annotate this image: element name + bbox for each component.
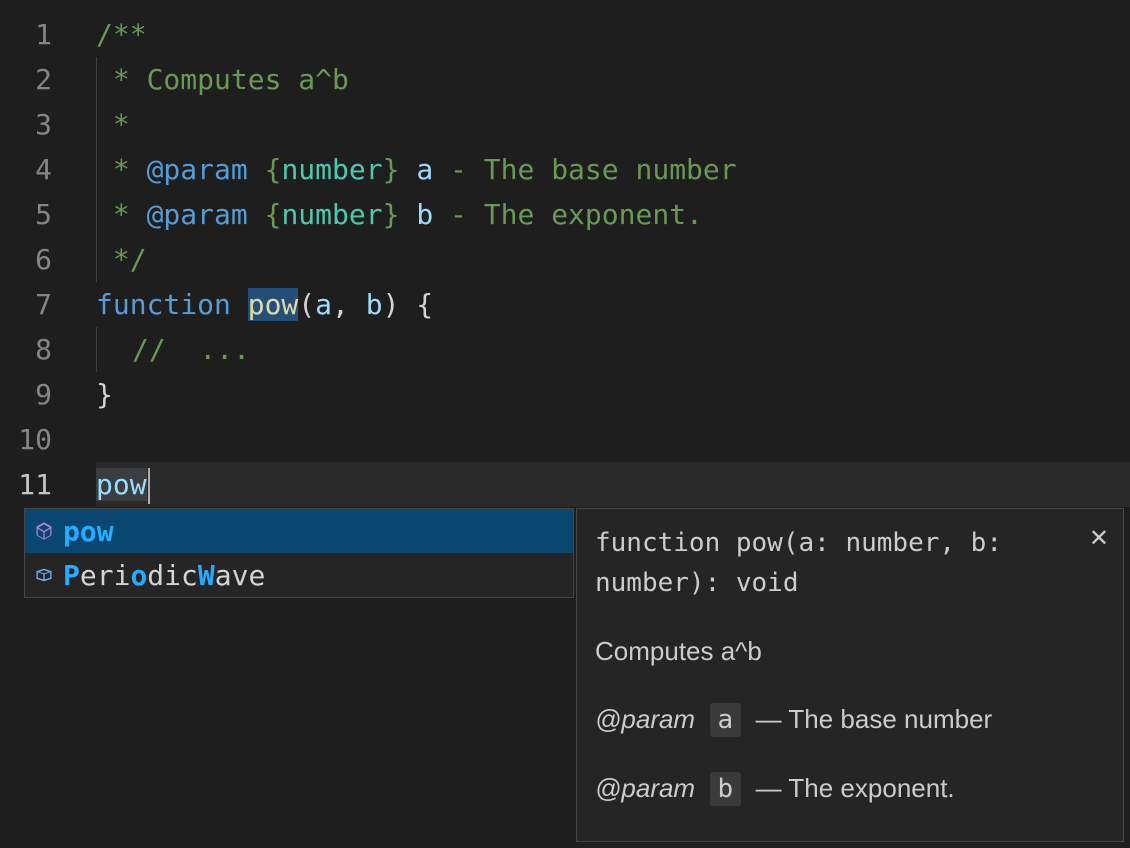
line-number: 1	[0, 12, 70, 57]
suggest-label: pow	[63, 509, 114, 554]
line-number: 11	[0, 462, 70, 507]
code-editor[interactable]: 1 2 3 4 5 6 7 8 9 10 11 /** * Computes a…	[0, 0, 1130, 848]
doc-signature: function pow(a: number, b: number): void	[595, 523, 1105, 603]
doc-text: Computes a^b	[147, 63, 349, 96]
doc-param: @param b — The exponent.	[595, 768, 1105, 809]
line-number: 10	[0, 417, 70, 462]
code-line[interactable]: */	[96, 237, 1130, 282]
code-line[interactable]: *	[96, 102, 1130, 147]
comment-open: /**	[96, 18, 147, 51]
function-name: pow	[248, 288, 299, 321]
suggest-label: PeriodicWave	[63, 553, 265, 598]
doc-star: *	[96, 63, 147, 96]
code-line[interactable]: // ...	[96, 327, 1130, 372]
jsdoc-tag: @param	[147, 153, 248, 186]
comment: // ...	[132, 333, 250, 366]
text-cursor	[148, 468, 150, 504]
typed-token: pow	[96, 468, 147, 501]
line-number: 3	[0, 102, 70, 147]
line-number-gutter: 1 2 3 4 5 6 7 8 9 10 11	[0, 0, 70, 507]
jsdoc-tag: @param	[147, 198, 248, 231]
suggest-item[interactable]: PeriodicWave	[25, 553, 573, 597]
code-line[interactable]: }	[96, 372, 1130, 417]
code-line[interactable]: * @param {number} a - The base number	[96, 147, 1130, 192]
jsdoc-type: number	[281, 153, 382, 186]
code-line[interactable]: * Computes a^b	[96, 57, 1130, 102]
jsdoc-type: number	[281, 198, 382, 231]
line-number: 9	[0, 372, 70, 417]
doc-param: @param a — The base number	[595, 699, 1105, 740]
keyword-function: function	[96, 288, 231, 321]
suggest-item[interactable]: pow	[25, 509, 573, 553]
line-number: 4	[0, 147, 70, 192]
param-b: b	[366, 288, 383, 321]
param-desc: - The base number	[433, 153, 736, 186]
code-line[interactable]: * @param {number} b - The exponent.	[96, 192, 1130, 237]
doc-star: *	[96, 198, 147, 231]
param-desc: - The exponent.	[433, 198, 703, 231]
close-icon[interactable]: ✕	[1089, 519, 1109, 559]
code-line[interactable]: /**	[96, 12, 1130, 57]
line-number: 6	[0, 237, 70, 282]
line-number: 7	[0, 282, 70, 327]
doc-star: *	[96, 108, 130, 141]
autocomplete-popup[interactable]: pow PeriodicWave	[24, 508, 574, 598]
code-line-active[interactable]: pow	[96, 462, 1130, 507]
brace-close: }	[96, 378, 113, 411]
code-line[interactable]	[96, 417, 1130, 462]
code-area[interactable]: /** * Computes a^b * * @param {number} a…	[96, 12, 1130, 507]
suggest-doc-popup: ✕ function pow(a: number, b: number): vo…	[576, 508, 1124, 842]
param-name: a	[416, 153, 433, 186]
doc-star: *	[96, 153, 147, 186]
method-icon	[33, 520, 55, 542]
doc-description: Computes a^b	[595, 631, 1105, 671]
variable-icon	[33, 564, 55, 586]
line-number: 2	[0, 57, 70, 102]
line-number: 8	[0, 327, 70, 372]
code-line[interactable]: function pow(a, b) {	[96, 282, 1130, 327]
comment-close: */	[96, 243, 147, 276]
param-a: a	[315, 288, 332, 321]
line-number: 5	[0, 192, 70, 237]
param-name: b	[416, 198, 433, 231]
